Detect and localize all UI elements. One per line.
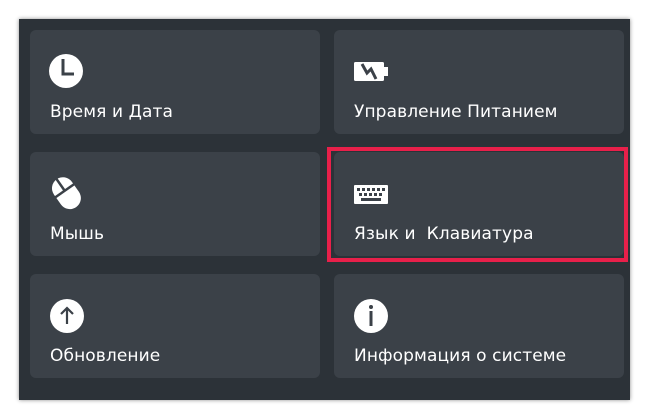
update-arrow-icon: [48, 293, 88, 333]
clock-icon: [48, 49, 88, 89]
tile-label: Язык и Клавиатура: [354, 224, 534, 244]
keyboard-icon: [352, 171, 392, 211]
tile-label: Информация о системе: [354, 346, 567, 366]
battery-charging-icon: [352, 49, 392, 89]
tile-system-info[interactable]: Информация о системе: [334, 274, 624, 378]
info-icon: [352, 293, 392, 333]
tile-update[interactable]: Обновление: [30, 274, 320, 378]
mouse-icon: [48, 171, 88, 211]
tile-label: Обновление: [50, 346, 161, 366]
tile-label: Время и Дата: [50, 102, 174, 122]
tile-date-time[interactable]: Время и Дата: [30, 30, 320, 134]
tile-label: Управление Питанием: [354, 102, 558, 122]
tile-language-keyboard[interactable]: Язык и Клавиатура: [334, 152, 624, 256]
tile-power-management[interactable]: Управление Питанием: [334, 30, 624, 134]
tile-mouse[interactable]: Мышь: [30, 152, 320, 256]
tile-label: Мышь: [50, 224, 105, 244]
